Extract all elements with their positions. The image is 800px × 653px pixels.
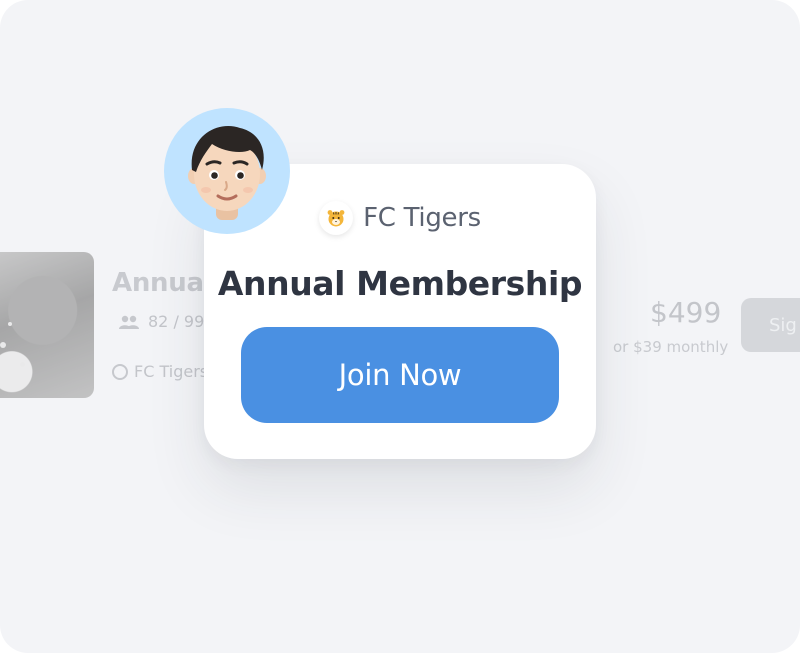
- person-avatar-icon: [188, 125, 266, 220]
- member-count-text: 82 / 99: [148, 312, 205, 331]
- join-now-button[interactable]: Join Now: [241, 327, 559, 423]
- tiger-icon: [327, 210, 345, 227]
- listing-monthly-price: or $39 monthly: [613, 338, 729, 356]
- listing-price: $499: [650, 296, 722, 329]
- club-name: FC Tigers: [363, 203, 481, 233]
- user-avatar: [164, 108, 290, 234]
- signup-button[interactable]: Sig: [741, 298, 800, 352]
- listing-thumbnail: [0, 252, 94, 398]
- people-icon: [119, 315, 139, 329]
- listing-club-name: FC Tigers: [134, 362, 209, 381]
- join-now-label: Join Now: [338, 358, 462, 392]
- card-title: Annual Membership: [217, 264, 583, 303]
- club-logo-icon: [112, 363, 128, 380]
- member-count: 82 / 99: [118, 312, 204, 331]
- listing-title: Annual: [112, 268, 213, 298]
- club-logo: [319, 201, 354, 235]
- canvas: Annual 82 / 99 FC Tigers $499 or $39 mon…: [0, 0, 800, 653]
- signup-button-label: Sig: [769, 314, 797, 336]
- listing-club: FC Tigers: [112, 362, 208, 381]
